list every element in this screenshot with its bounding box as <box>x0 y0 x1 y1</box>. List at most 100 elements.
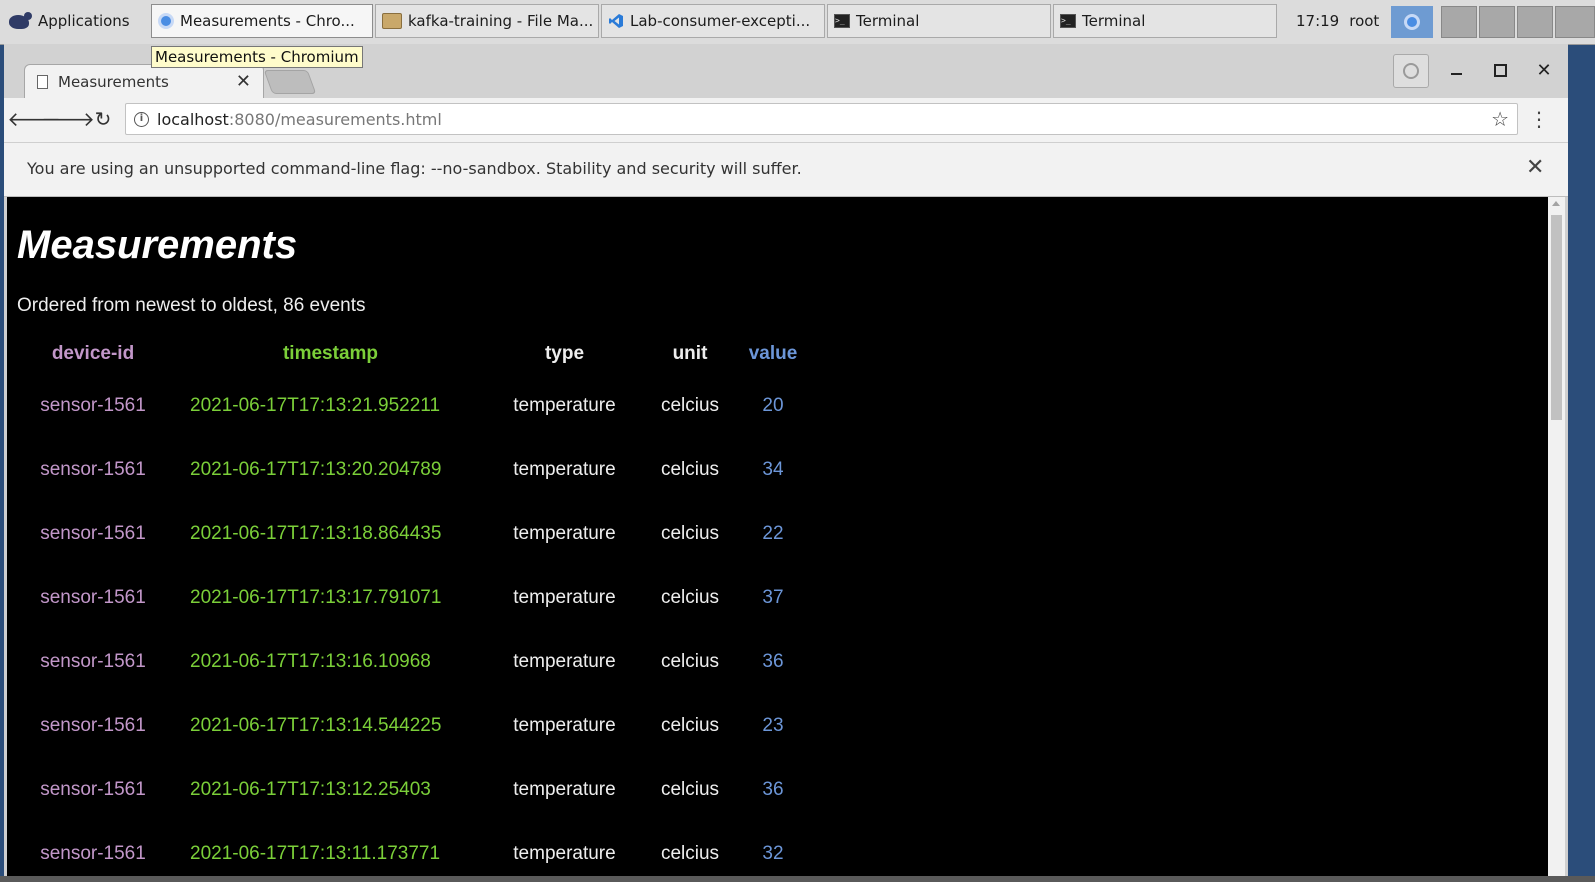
taskbar-item-label: Terminal <box>856 12 920 30</box>
chromium-icon <box>158 13 174 29</box>
unit-cell: celcius <box>660 843 720 864</box>
taskbar-item-terminal-2[interactable]: >_ Terminal <box>1053 4 1277 38</box>
close-window-button[interactable]: ✕ <box>1531 56 1557 84</box>
device-id-cell: sensor-1561 <box>40 779 146 800</box>
device-id-cell: sensor-1561 <box>40 395 146 416</box>
table-row: sensor-1561 2021-06-17T17:13:14.544225 t… <box>17 694 803 758</box>
column-header-device-id: device-id <box>51 343 135 364</box>
value-cell: 36 <box>762 779 784 800</box>
device-id-cell: sensor-1561 <box>40 715 146 736</box>
value-cell: 37 <box>762 587 784 608</box>
close-tab-icon[interactable]: ✕ <box>236 71 251 92</box>
table-row: sensor-1561 2021-06-17T17:13:17.791071 t… <box>17 566 803 630</box>
type-cell: temperature <box>513 715 616 736</box>
browser-menu-button[interactable]: ⋮ <box>1526 104 1552 134</box>
address-bar[interactable]: i localhost:8080/measurements.html ☆ <box>125 103 1518 135</box>
unit-cell: celcius <box>660 395 720 416</box>
new-tab-button[interactable] <box>263 70 317 94</box>
panel-clock[interactable]: 17:19 root <box>1296 4 1379 38</box>
url-path: :8080/measurements.html <box>228 109 442 129</box>
profile-button[interactable] <box>1393 54 1429 88</box>
taskbar-item-chromium[interactable]: Measurements - Chro... <box>151 4 373 38</box>
reload-button[interactable]: ↻ <box>88 104 118 134</box>
timestamp-cell: 2021-06-17T17:13:20.204789 <box>190 459 442 480</box>
browser-toolbar: 🡐 🡒 ↻ i localhost:8080/measurements.html… <box>4 98 1568 143</box>
type-cell: temperature <box>513 843 616 864</box>
person-icon <box>1403 63 1419 79</box>
value-cell: 22 <box>762 523 784 544</box>
taskbar-panel: Applications Measurements - Chro... kafk… <box>0 0 1595 45</box>
column-header-unit: unit <box>672 343 708 364</box>
column-header-timestamp: timestamp <box>282 343 379 364</box>
workspace-4[interactable] <box>1555 6 1595 38</box>
tray-chromium-icon[interactable] <box>1391 6 1433 38</box>
url-host: localhost <box>157 109 229 129</box>
taskbar-item-vscode[interactable]: Lab-consumer-excepti... <box>601 4 825 38</box>
scroll-up-arrow-icon[interactable] <box>1552 201 1560 206</box>
vertical-scrollbar[interactable] <box>1548 197 1565 882</box>
xfce-mouse-icon <box>6 10 34 32</box>
page-title: Measurements <box>17 223 298 267</box>
value-cell: 36 <box>762 651 784 672</box>
minimize-button[interactable] <box>1443 56 1469 84</box>
type-cell: temperature <box>513 459 616 480</box>
type-cell: temperature <box>513 587 616 608</box>
bottom-panel-edge <box>0 876 1595 882</box>
applications-menu-button[interactable]: Applications <box>2 4 134 38</box>
unit-cell: celcius <box>660 779 720 800</box>
workspace-1[interactable] <box>1441 6 1477 38</box>
type-cell: temperature <box>513 651 616 672</box>
terminal-icon: >_ <box>834 14 850 28</box>
close-infobar-icon[interactable]: ✕ <box>1526 155 1544 180</box>
close-icon: ✕ <box>1536 59 1552 81</box>
folder-icon <box>382 13 402 29</box>
bookmark-star-icon[interactable]: ☆ <box>1491 107 1509 131</box>
device-id-cell: sensor-1561 <box>40 459 146 480</box>
value-cell: 32 <box>762 843 784 864</box>
table-row: sensor-1561 2021-06-17T17:13:18.864435 t… <box>17 502 803 566</box>
workspace-3[interactable] <box>1517 6 1553 38</box>
unit-cell: celcius <box>660 459 720 480</box>
timestamp-cell: 2021-06-17T17:13:21.952211 <box>190 395 441 416</box>
tab-measurements[interactable]: Measurements ✕ <box>24 64 264 98</box>
device-id-cell: sensor-1561 <box>40 523 146 544</box>
forward-button[interactable]: 🡒 <box>41 104 95 134</box>
infobar-message: You are using an unsupported command-lin… <box>27 159 802 178</box>
value-cell: 34 <box>762 459 784 480</box>
timestamp-cell: 2021-06-17T17:13:11.173771 <box>190 843 441 864</box>
table-row: sensor-1561 2021-06-17T17:13:20.204789 t… <box>17 438 803 502</box>
device-id-cell: sensor-1561 <box>40 587 146 608</box>
tab-strip: Measurements ✕ Measurements - Chromium ✕ <box>4 44 1568 98</box>
applications-label: Applications <box>38 12 130 30</box>
browser-window: Measurements ✕ Measurements - Chromium ✕… <box>4 44 1568 882</box>
type-cell: temperature <box>513 523 616 544</box>
terminal-icon: >_ <box>1060 14 1076 28</box>
unit-cell: celcius <box>660 715 720 736</box>
page-subtitle: Ordered from newest to oldest, 86 events <box>17 295 366 316</box>
maximize-button[interactable] <box>1487 56 1513 84</box>
workspace-2[interactable] <box>1479 6 1515 38</box>
table-row: sensor-1561 2021-06-17T17:13:12.25403 te… <box>17 758 803 822</box>
tooltip: Measurements - Chromium <box>151 46 363 68</box>
scrollbar-thumb[interactable] <box>1551 215 1562 420</box>
url-text: localhost:8080/measurements.html <box>157 110 442 129</box>
taskbar-item-terminal-1[interactable]: >_ Terminal <box>827 4 1051 38</box>
timestamp-cell: 2021-06-17T17:13:16.10968 <box>190 651 431 672</box>
vscode-icon <box>609 14 623 28</box>
user-name: root <box>1349 12 1380 30</box>
reload-icon: ↻ <box>94 107 112 131</box>
timestamp-cell: 2021-06-17T17:13:14.544225 <box>190 715 442 736</box>
taskbar-item-label: Terminal <box>1082 12 1146 30</box>
device-id-cell: sensor-1561 <box>40 843 146 864</box>
table-row: sensor-1561 2021-06-17T17:13:11.173771 t… <box>17 822 803 882</box>
table-header-row: device-id timestamp type unit value <box>17 334 803 374</box>
unit-cell: celcius <box>660 587 720 608</box>
unit-cell: celcius <box>660 523 720 544</box>
column-header-type: type <box>544 343 585 364</box>
table-row: sensor-1561 2021-06-17T17:13:16.10968 te… <box>17 630 803 694</box>
taskbar-item-label: Measurements - Chro... <box>180 12 355 30</box>
taskbar-item-file-manager[interactable]: kafka-training - File Ma... <box>375 4 599 38</box>
info-icon[interactable]: i <box>134 111 149 127</box>
value-cell: 23 <box>762 715 784 736</box>
type-cell: temperature <box>513 779 616 800</box>
